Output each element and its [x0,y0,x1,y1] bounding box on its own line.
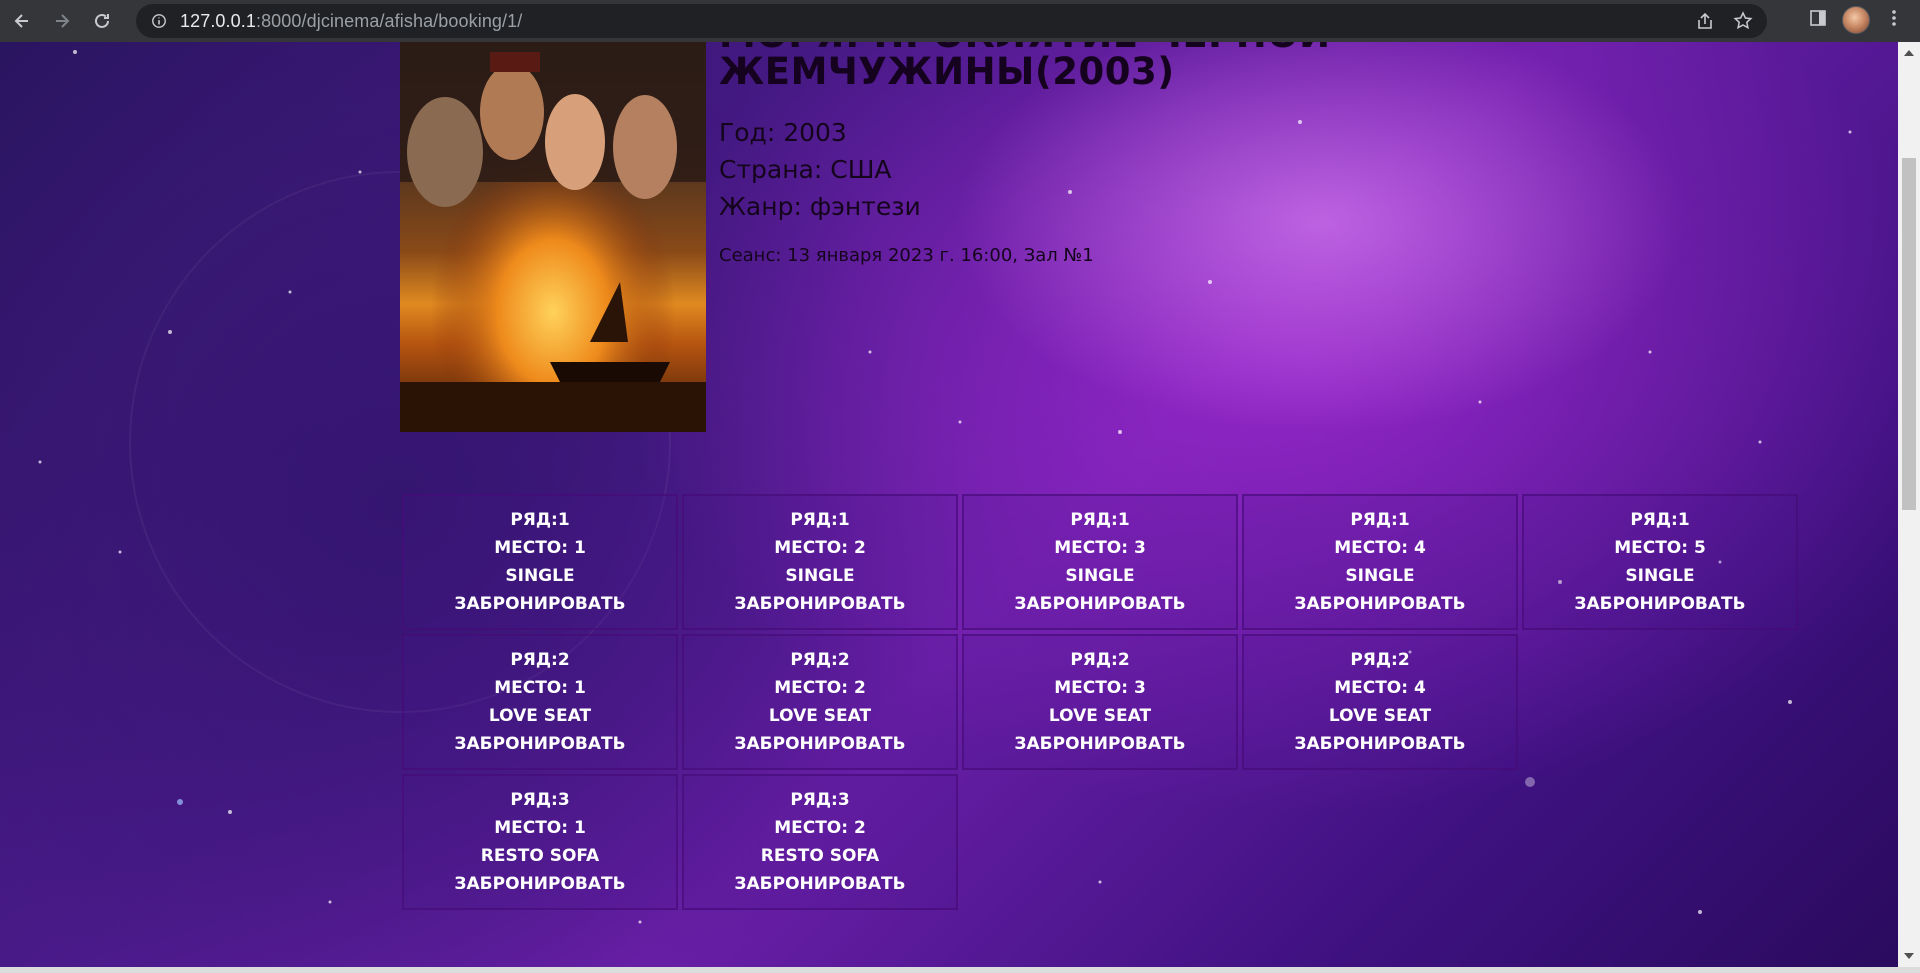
seat-type-label: LOVE SEAT [768,706,872,726]
seat-place-label: МЕСТО: 3 [1054,538,1146,558]
scroll-down-icon[interactable] [1904,953,1914,959]
book-button[interactable]: ЗАБРОНИРОВАТЬ [734,590,905,618]
seat-place-label: МЕСТО: 5 [1614,538,1706,558]
menu-kebab-icon[interactable] [1884,8,1904,32]
url-host: 127.0.0.1 [180,10,256,31]
seat-card[interactable]: РЯД:1 МЕСТО: 4 SINGLE ЗАБРОНИРОВАТЬ [1242,494,1518,630]
seat-type-label: SINGLE [1065,566,1135,586]
seat-type-label: SINGLE [785,566,855,586]
seat-row-label: РЯД:3 [510,790,570,810]
seat-card[interactable]: РЯД:1 МЕСТО: 2 SINGLE ЗАБРОНИРОВАТЬ [682,494,958,630]
seat-card[interactable]: РЯД:2 МЕСТО: 4 LOVE SEAT ЗАБРОНИРОВАТЬ [1242,634,1518,770]
scrollbar-thumb[interactable] [1902,158,1916,510]
seat-card[interactable]: РЯД:1 МЕСТО: 5 SINGLE ЗАБРОНИРОВАТЬ [1522,494,1798,630]
seat-place-label: МЕСТО: 1 [494,678,586,698]
book-button[interactable]: ЗАБРОНИРОВАТЬ [1014,590,1185,618]
back-icon[interactable] [4,3,40,39]
movie-genre: Жанр: фэнтези [719,192,921,221]
seat-row-label: РЯД:2 [1350,650,1410,670]
site-info-icon[interactable] [150,12,168,30]
bookmark-star-icon[interactable] [1733,11,1753,35]
seat-row-label: РЯД:1 [1630,510,1690,530]
seat-place-label: МЕСТО: 2 [774,818,866,838]
book-button[interactable]: ЗАБРОНИРОВАТЬ [454,730,625,758]
share-icon[interactable] [1695,11,1715,35]
book-button[interactable]: ЗАБРОНИРОВАТЬ [1294,730,1465,758]
movie-title: МОРЯ: ПРОКЛЯТИЕ ЧЕРНОЙ ЖЕМЧУЖИНЫ(2003) [719,42,1439,90]
profile-avatar[interactable] [1842,6,1870,34]
seat-type-label: SINGLE [1625,566,1695,586]
page-scrollbar[interactable] [1898,42,1920,967]
seat-card[interactable]: РЯД:2 МЕСТО: 1 LOVE SEAT ЗАБРОНИРОВАТЬ [402,634,678,770]
seat-place-label: МЕСТО: 1 [494,538,586,558]
book-button[interactable]: ЗАБРОНИРОВАТЬ [734,870,905,898]
seat-row-label: РЯД:1 [510,510,570,530]
seat-card[interactable]: РЯД:1 МЕСТО: 1 SINGLE ЗАБРОНИРОВАТЬ [402,494,678,630]
seat-place-label: МЕСТО: 4 [1334,538,1426,558]
seat-type-label: LOVE SEAT [1328,706,1432,726]
seat-place-label: МЕСТО: 2 [774,538,866,558]
movie-country: Страна: США [719,155,892,184]
seat-row-label: РЯД:3 [790,790,850,810]
page-viewport: МОРЯ: ПРОКЛЯТИЕ ЧЕРНОЙ ЖЕМЧУЖИНЫ(2003) Г… [0,42,1898,967]
seat-card[interactable]: РЯД:2 МЕСТО: 3 LOVE SEAT ЗАБРОНИРОВАТЬ [962,634,1238,770]
seat-place-label: МЕСТО: 4 [1334,678,1426,698]
seat-place-label: МЕСТО: 2 [774,678,866,698]
seat-place-label: МЕСТО: 1 [494,818,586,838]
forward-icon[interactable] [44,3,80,39]
seat-card[interactable]: РЯД:2 МЕСТО: 2 LOVE SEAT ЗАБРОНИРОВАТЬ [682,634,958,770]
seat-type-label: RESTO SOFA [480,846,600,866]
seat-row-label: РЯД:2 [1070,650,1130,670]
seat-type-label: LOVE SEAT [488,706,592,726]
seat-row-label: РЯД:1 [1350,510,1410,530]
browser-toolbar: 127.0.0.1:8000/djcinema/afisha/booking/1… [0,0,1920,42]
bottom-edge [0,967,1920,973]
seat-card[interactable]: РЯД:1 МЕСТО: 3 SINGLE ЗАБРОНИРОВАТЬ [962,494,1238,630]
seat-type-label: RESTO SOFA [760,846,880,866]
seat-card[interactable]: РЯД:3 МЕСТО: 2 RESTO SOFA ЗАБРОНИРОВАТЬ [682,774,958,910]
seat-card[interactable]: РЯД:3 МЕСТО: 1 RESTO SOFA ЗАБРОНИРОВАТЬ [402,774,678,910]
movie-poster [400,42,706,432]
movie-title-line-2: ЖЕМЧУЖИНЫ(2003) [719,50,1175,93]
book-button[interactable]: ЗАБРОНИРОВАТЬ [454,590,625,618]
scroll-up-icon[interactable] [1904,50,1914,56]
reload-icon[interactable] [84,3,120,39]
seat-row-label: РЯД:2 [510,650,570,670]
seat-type-label: SINGLE [1345,566,1415,586]
side-panel-icon[interactable] [1808,8,1828,32]
movie-year: Год: 2003 [719,118,847,147]
seat-type-label: SINGLE [505,566,575,586]
url-path: :8000/djcinema/afisha/booking/1/ [255,10,523,31]
book-button[interactable]: ЗАБРОНИРОВАТЬ [734,730,905,758]
seat-type-label: LOVE SEAT [1048,706,1152,726]
seat-row-label: РЯД:2 [790,650,850,670]
book-button[interactable]: ЗАБРОНИРОВАТЬ [1294,590,1465,618]
url-text[interactable]: 127.0.0.1:8000/djcinema/afisha/booking/1… [180,11,522,32]
seat-row-label: РЯД:1 [1070,510,1130,530]
book-button[interactable]: ЗАБРОНИРОВАТЬ [1574,590,1745,618]
address-bar[interactable]: 127.0.0.1:8000/djcinema/afisha/booking/1… [136,4,1767,38]
session-info: Сеанс: 13 января 2023 г. 16:00, Зал №1 [719,245,1094,266]
book-button[interactable]: ЗАБРОНИРОВАТЬ [1014,730,1185,758]
book-button[interactable]: ЗАБРОНИРОВАТЬ [454,870,625,898]
seat-place-label: МЕСТО: 3 [1054,678,1146,698]
seat-row-label: РЯД:1 [790,510,850,530]
